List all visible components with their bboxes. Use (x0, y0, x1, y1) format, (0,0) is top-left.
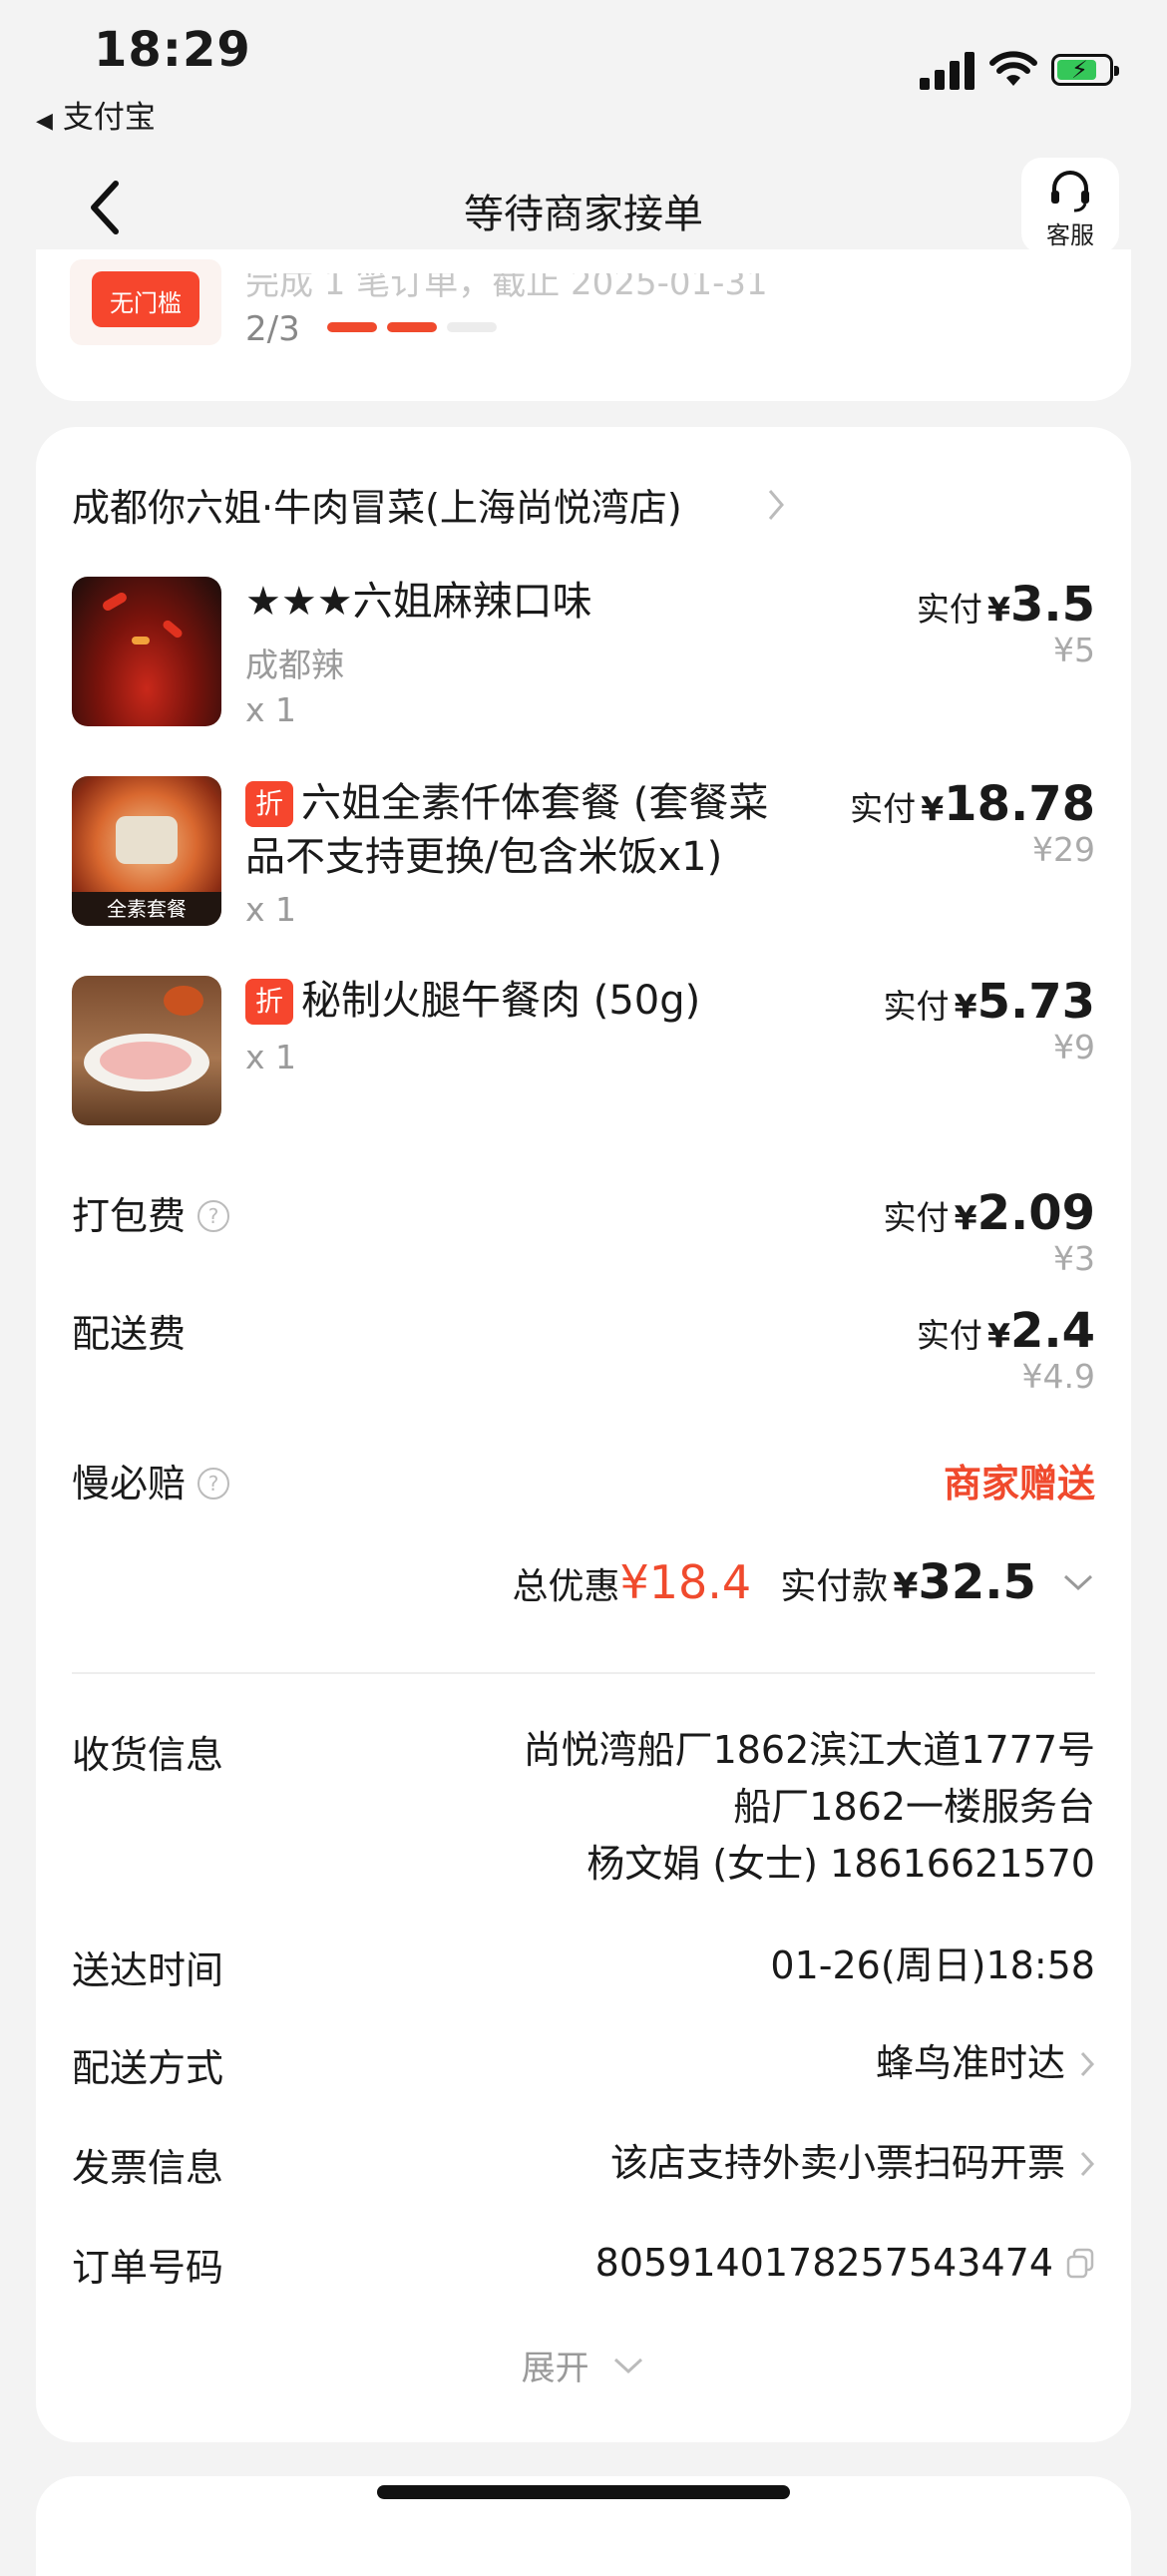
chevron-down-icon[interactable] (1061, 1572, 1095, 1592)
item-original-price: ¥9 (1053, 1028, 1095, 1067)
expand-label: 展开 (521, 2349, 589, 2388)
address-label: 收货信息 (72, 1733, 224, 1777)
currency-symbol: ¥ (954, 1198, 977, 1237)
item-spec: 成都辣 (245, 645, 344, 684)
back-triangle-icon: ◀ (36, 109, 53, 134)
item-original-price: ¥5 (1053, 631, 1095, 669)
order-totals[interactable]: 总优惠¥18.4 实付款 ¥32.5 (512, 1554, 1095, 1610)
paid-total-label: 实付款 (780, 1566, 889, 1607)
divider (72, 1672, 1095, 1674)
expand-button[interactable]: 展开 (0, 2341, 1167, 2389)
help-icon[interactable]: ? (197, 1468, 230, 1500)
item-thumbnail[interactable]: 全素套餐 (72, 776, 221, 926)
headset-icon (1051, 171, 1089, 213)
chevron-right-icon[interactable] (766, 487, 786, 523)
currency-symbol: ¥ (987, 1316, 1010, 1355)
customer-service-button[interactable]: 客服 (1021, 158, 1119, 253)
help-icon[interactable]: ? (197, 1200, 230, 1232)
progress-step-3 (447, 322, 497, 332)
paid-label: 实付 (883, 987, 950, 1026)
address-line-1: 尚悦湾船厂1862滨江大道1777号 (523, 1728, 1095, 1772)
delivery-time-value: 01-26(周日)18:58 (770, 1943, 1095, 1987)
paid-label: 实付 (916, 1316, 982, 1355)
delivery-method-label: 配送方式 (72, 2046, 224, 2090)
delivery-fee-label: 配送费 (72, 1312, 187, 1356)
item-thumbnail[interactable] (72, 577, 221, 726)
paid-label: 实付 (883, 1198, 950, 1237)
delivery-fee-original: ¥4.9 (1021, 1357, 1095, 1396)
copy-icon[interactable] (1065, 2248, 1095, 2280)
paid-amount: 5.73 (976, 974, 1095, 1030)
invoice-text: 该店支持外卖小票扫码开票 (609, 2141, 1065, 2185)
progress-step-2 (387, 322, 437, 332)
cellular-signal-icon (920, 50, 975, 90)
back-app-label: 支付宝 (62, 100, 156, 136)
progress-step-1 (327, 322, 377, 332)
status-time: 18:29 (94, 22, 251, 78)
item-thumbnail[interactable] (72, 976, 221, 1125)
item-name-text: 秘制火腿午餐肉 (50g) (301, 978, 701, 1024)
item-qty: x 1 (245, 690, 297, 729)
currency-symbol: ¥ (954, 987, 977, 1026)
item-name: 折秘制火腿午餐肉 (50g) (245, 974, 804, 1028)
paid-total-amount: 32.5 (918, 1554, 1036, 1610)
address-value: 尚悦湾船厂1862滨江大道1777号 船厂1862一楼服务台 杨文娟 (女士) … (524, 1722, 1095, 1893)
paid-label: 实付 (916, 590, 982, 629)
delivery-method-value[interactable]: 蜂鸟准时达 (876, 2035, 1095, 2092)
currency-symbol: ¥ (921, 789, 945, 828)
address-line-2: 船厂1862一楼服务台 (733, 1785, 1095, 1829)
delivery-method-text: 蜂鸟准时达 (875, 2041, 1065, 2085)
order-number-text: 8059140178257543474 (594, 2241, 1053, 2285)
item-name-text: 六姐全素仟体套餐 (套餐菜品不支持更换/包含米饭x1) (245, 780, 769, 880)
late-compensation-text: 慢必赔 (72, 1462, 187, 1505)
currency-symbol: ¥ (987, 590, 1010, 629)
packing-fee-price: 实付 ¥2.09 (884, 1185, 1096, 1241)
page-title: 等待商家接单 (464, 192, 703, 237)
currency-symbol: ¥ (893, 1566, 919, 1607)
discount-label: 总优惠 (512, 1566, 620, 1607)
packing-fee-text: 打包费 (72, 1194, 187, 1238)
paid-amount: 3.5 (1009, 577, 1095, 633)
address-line-3: 杨文娟 (女士) 18616621570 (586, 1842, 1095, 1886)
chevron-right-icon (1080, 2051, 1095, 2077)
item-name: 折六姐全素仟体套餐 (套餐菜品不支持更换/包含米饭x1) (245, 776, 804, 884)
promo-progress-text: 2/3 (245, 309, 300, 349)
chevron-down-icon (614, 2358, 643, 2374)
paid-label: 实付 (850, 789, 917, 828)
paid-amount: 2.4 (1009, 1303, 1095, 1359)
discount-tag: 折 (245, 979, 293, 1025)
packing-fee-original: ¥3 (1053, 1239, 1095, 1278)
coupon-tag: 无门槛 (92, 271, 199, 327)
discount-amount: ¥18.4 (619, 1555, 752, 1609)
item-paid-price: 实付 ¥5.73 (884, 974, 1096, 1030)
invoice-label: 发票信息 (72, 2146, 224, 2190)
item-name: ★★★六姐麻辣口味 (245, 579, 592, 625)
customer-service-label: 客服 (1046, 221, 1094, 249)
invoice-value[interactable]: 该店支持外卖小票扫码开票 (610, 2135, 1095, 2192)
item-original-price: ¥29 (1032, 830, 1095, 869)
item-paid-price: 实付 ¥18.78 (850, 776, 1095, 832)
discount-tag: 折 (245, 781, 293, 827)
item-paid-price: 实付 ¥3.5 (917, 577, 1095, 633)
battery-icon: ⚡ (1051, 54, 1119, 86)
delivery-fee-price: 实付 ¥2.4 (917, 1303, 1095, 1359)
order-number-label: 订单号码 (72, 2246, 224, 2290)
paid-amount: 18.78 (944, 776, 1095, 832)
paid-amount: 2.09 (976, 1185, 1095, 1241)
order-number-value: 8059140178257543474 (595, 2235, 1095, 2292)
back-to-app-link[interactable]: ◀ 支付宝 (36, 92, 156, 137)
item-qty: x 1 (245, 1038, 297, 1076)
thumb-label: 全素套餐 (72, 892, 221, 926)
late-compensation-label: 慢必赔? (72, 1453, 230, 1507)
delivery-time-label: 送达时间 (72, 1948, 224, 1992)
merchant-gift-value: 商家赠送 (943, 1462, 1095, 1505)
chevron-right-icon (1080, 2151, 1095, 2177)
wifi-icon (989, 51, 1037, 86)
packing-fee-label: 打包费? (72, 1185, 230, 1240)
store-name[interactable]: 成都你六姐·牛肉冒菜(上海尚悦湾店) (72, 477, 682, 532)
item-qty: x 1 (245, 890, 297, 929)
home-indicator[interactable] (377, 2485, 790, 2499)
